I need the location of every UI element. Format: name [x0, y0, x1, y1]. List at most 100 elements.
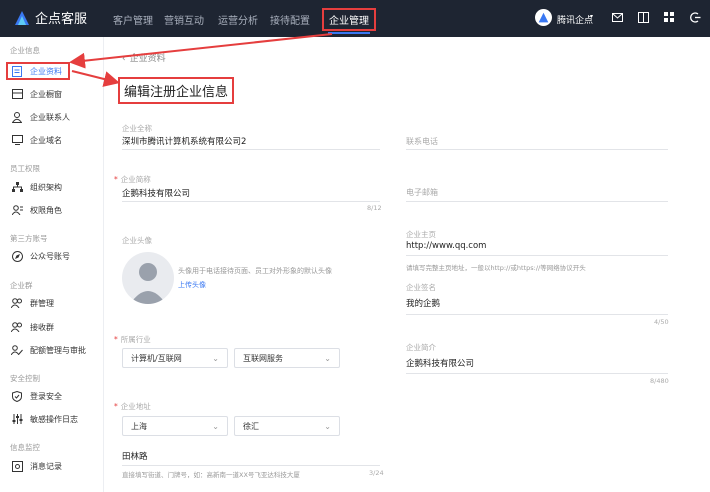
- intro-count: 8/480: [650, 377, 669, 385]
- upload-avatar-link[interactable]: 上传头像: [178, 280, 206, 290]
- sidebar-item-official-account[interactable]: 公众号账号: [10, 247, 98, 265]
- sidebar-group-enterprise-info: 企业信息: [10, 46, 40, 55]
- nav-reception[interactable]: 接待配置: [270, 12, 310, 27]
- sidebar-item-roles[interactable]: 权限角色: [10, 201, 98, 219]
- short-name-underline: [122, 201, 380, 202]
- short-name-count: 8/12: [367, 204, 382, 212]
- app-name: 企点客服: [35, 12, 88, 27]
- user-name[interactable]: 腾讯企点: [557, 13, 593, 26]
- people-icon: [10, 297, 24, 309]
- phone-input[interactable]: 联系电话: [406, 136, 438, 147]
- compass-icon: [10, 250, 24, 262]
- district-select[interactable]: 徐汇 ⌄: [234, 416, 340, 436]
- sidebar-item-label: 权限角色: [30, 205, 62, 215]
- chevron-down-icon: ⌄: [324, 421, 331, 431]
- intro-label: 企业简介: [406, 343, 436, 352]
- sidebar-group-security: 安全控制: [10, 374, 40, 383]
- signature-input[interactable]: 我的企鹅: [406, 297, 440, 309]
- sidebar-item-quota[interactable]: 配额管理与审批: [10, 341, 98, 359]
- logout-icon[interactable]: [690, 12, 701, 23]
- sidebar-item-audit-log[interactable]: 敏感操作日志: [10, 410, 98, 428]
- homepage-underline: [406, 255, 668, 256]
- street-input[interactable]: 田林路: [122, 450, 148, 462]
- province-value: 上海: [131, 421, 147, 431]
- sidebar-item-label: 公众号账号: [30, 251, 70, 261]
- chevron-down-icon: ⌄: [212, 421, 219, 431]
- intro-input[interactable]: 企鹅科技有限公司: [406, 357, 474, 369]
- street-count: 3/24: [369, 469, 384, 477]
- sidebar-item-label: 登录安全: [30, 391, 62, 401]
- chevron-down-icon: ⌄: [324, 353, 331, 363]
- default-avatar-icon: [130, 263, 166, 304]
- nav-customer[interactable]: 客户管理: [113, 12, 153, 27]
- industry-secondary-value: 互联网服务: [243, 353, 283, 363]
- signature-count: 4/50: [654, 318, 669, 326]
- sidebar-group-staff: 员工权限: [10, 164, 40, 173]
- chevron-down-icon: ⌄: [212, 353, 219, 363]
- role-icon: [10, 204, 24, 216]
- shield-icon: [10, 390, 24, 402]
- people-icon: [10, 321, 24, 333]
- signature-label: 企业签名: [406, 283, 436, 292]
- org-chart-icon: [10, 181, 24, 193]
- signature-underline: [406, 314, 668, 315]
- back-label: 企业资料: [129, 54, 166, 64]
- district-value: 徐汇: [243, 421, 259, 431]
- nav-marketing[interactable]: 营销互动: [164, 12, 204, 27]
- province-select[interactable]: 上海 ⌄: [122, 416, 228, 436]
- sidebar-item-label: 企业联系人: [30, 112, 70, 122]
- main-content: ‹ 企业资料 编辑注册企业信息 企业全称 深圳市腾讯计算机系统有限公司2 联系电话…: [104, 37, 710, 492]
- storefront-icon: [10, 88, 24, 100]
- people-edit-icon: [10, 344, 24, 356]
- mail-icon[interactable]: [612, 13, 623, 22]
- full-name-input[interactable]: 深圳市腾讯计算机系统有限公司2: [122, 135, 246, 147]
- page-title: 编辑注册企业信息: [118, 77, 235, 104]
- homepage-input[interactable]: http://www.qq.com: [406, 241, 486, 251]
- user-avatar[interactable]: [535, 9, 552, 26]
- grid-icon[interactable]: [664, 12, 675, 23]
- person-icon: [10, 111, 24, 123]
- monitor-icon: [10, 134, 24, 146]
- caret-down-icon[interactable]: ▾: [590, 13, 593, 20]
- intro-underline: [406, 373, 668, 374]
- short-name-label: * 企业简称: [114, 175, 151, 184]
- enterprise-avatar[interactable]: [122, 252, 174, 304]
- sidebar-item-showcase[interactable]: 企业橱窗: [10, 85, 98, 103]
- sidebar-item-label: 企业橱窗: [30, 89, 62, 99]
- homepage-hint: 请填写完整主页地址，一般以http://或https://等网络协议开头: [406, 264, 586, 272]
- short-name-input[interactable]: 企鹅科技有限公司: [122, 187, 190, 199]
- back-link[interactable]: ‹ 企业资料: [122, 51, 166, 64]
- industry-label: * 所属行业: [114, 335, 151, 344]
- street-underline: [122, 465, 380, 466]
- nav-analytics[interactable]: 运营分析: [218, 12, 258, 27]
- industry-secondary-select[interactable]: 互联网服务 ⌄: [234, 348, 340, 368]
- chevron-left-icon: ‹: [122, 54, 126, 64]
- sidebar: 企业信息 企业资料 企业橱窗 企业联系人 企业域名 员工权限 组织架构 权限角色…: [0, 37, 104, 492]
- sidebar-item-label: 配额管理与审批: [30, 345, 86, 355]
- avatar-label: 企业头像: [122, 236, 152, 245]
- document-icon: [10, 65, 24, 77]
- top-bar: 企点客服 客户管理 营销互动 运营分析 接待配置 企业管理 腾讯企点 ▾: [0, 0, 710, 37]
- sidebar-item-domain[interactable]: 企业域名: [10, 131, 98, 149]
- homepage-label: 企业主页: [406, 230, 436, 239]
- sidebar-group-third-party: 第三方账号: [10, 234, 48, 243]
- full-name-label: 企业全称: [122, 124, 152, 133]
- email-input[interactable]: 电子邮箱: [406, 187, 438, 198]
- sidebar-item-receive-group[interactable]: 接收群: [10, 318, 98, 336]
- user-logo-icon: [538, 12, 549, 23]
- sidebar-item-label: 敏感操作日志: [30, 414, 78, 424]
- phone-underline: [406, 149, 668, 150]
- sidebar-item-org[interactable]: 组织架构: [10, 178, 98, 196]
- sidebar-item-label: 群管理: [30, 298, 54, 308]
- sidebar-item-label: 企业资料: [30, 66, 62, 76]
- sidebar-item-login-security[interactable]: 登录安全: [10, 387, 98, 405]
- sidebar-item-group-manage[interactable]: 群管理: [10, 294, 98, 312]
- app-logo[interactable]: 企点客服: [14, 8, 87, 27]
- sidebar-item-message-log[interactable]: 消息记录: [10, 457, 98, 475]
- nav-enterprise[interactable]: 企业管理: [322, 8, 376, 34]
- industry-primary-select[interactable]: 计算机/互联网 ⌄: [122, 348, 228, 368]
- book-icon[interactable]: [638, 12, 649, 23]
- sidebar-item-enterprise-profile[interactable]: 企业资料: [6, 62, 70, 80]
- sidebar-item-contacts[interactable]: 企业联系人: [10, 108, 98, 126]
- qidian-logo-icon: [15, 10, 29, 25]
